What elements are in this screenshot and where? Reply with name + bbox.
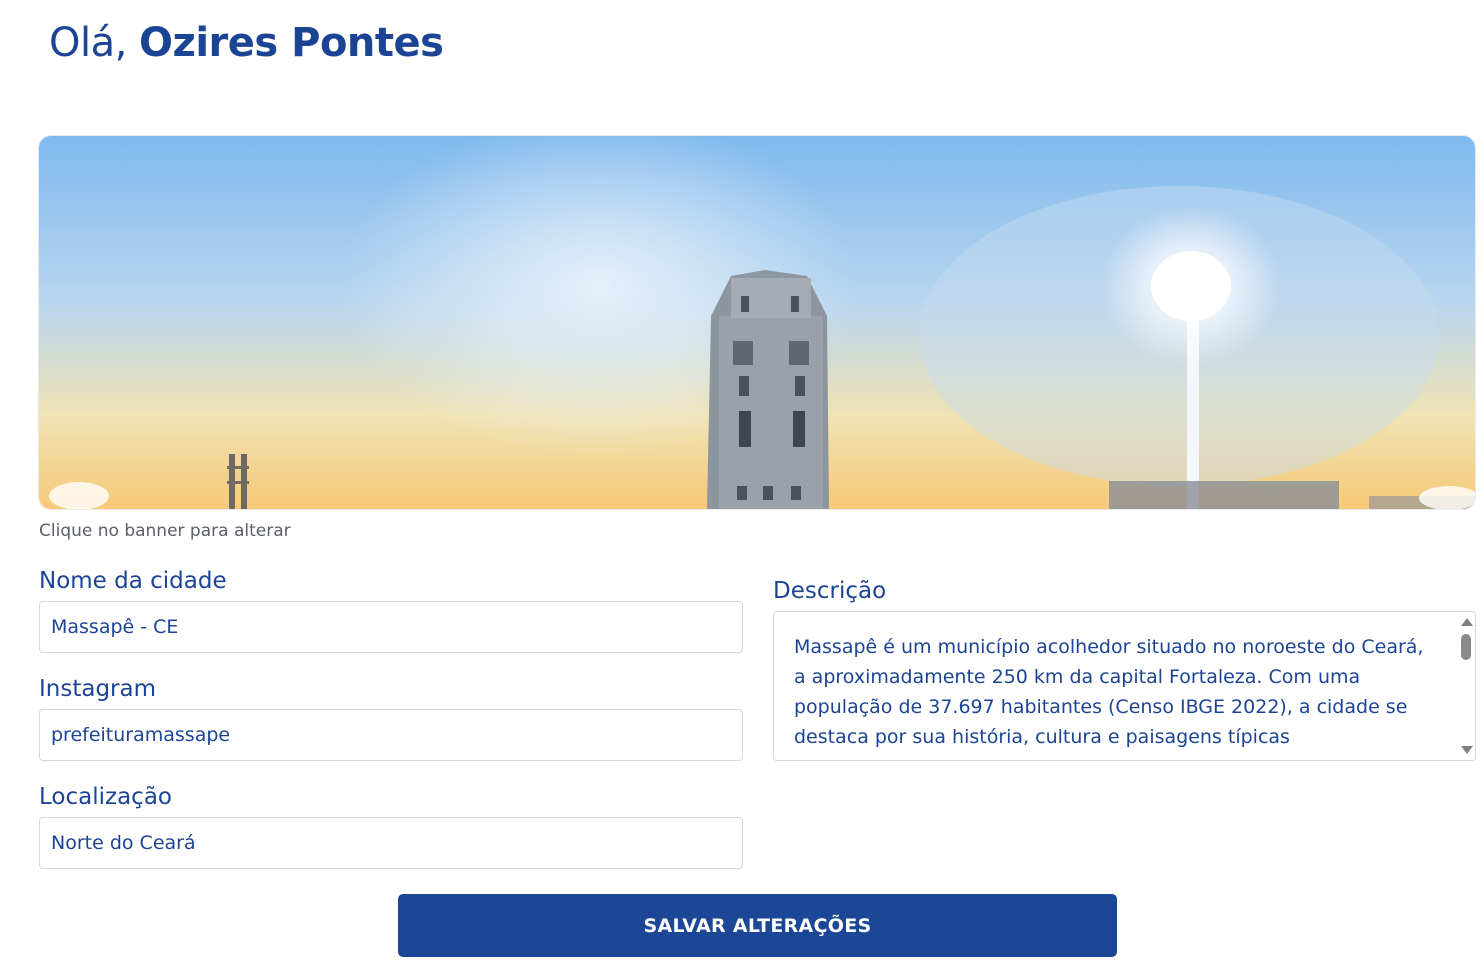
scroll-thumb[interactable]: [1461, 634, 1471, 660]
city-banner[interactable]: [39, 136, 1475, 509]
city-name-input[interactable]: [39, 601, 743, 653]
page-greeting: Olá, Ozires Pontes: [49, 20, 444, 66]
description-text[interactable]: Massapê é um município acolhedor situado…: [794, 632, 1434, 752]
save-changes-button[interactable]: SALVAR ALTERAÇÕES: [398, 894, 1117, 957]
banner-hint: Clique no banner para alterar: [39, 521, 291, 541]
description-scrollbar[interactable]: [1457, 612, 1475, 760]
instagram-label: Instagram: [39, 676, 157, 702]
greeting-text: Olá,: [49, 20, 127, 66]
location-input[interactable]: [39, 817, 743, 869]
user-name: Ozires Pontes: [139, 20, 444, 66]
banner-image: [39, 136, 1475, 509]
location-label: Localização: [39, 784, 172, 810]
city-name-label: Nome da cidade: [39, 568, 227, 594]
description-textarea[interactable]: Massapê é um município acolhedor situado…: [773, 611, 1476, 761]
scroll-up-arrow-icon[interactable]: [1461, 618, 1473, 626]
instagram-input[interactable]: [39, 709, 743, 761]
description-label: Descrição: [773, 578, 887, 604]
scroll-down-arrow-icon[interactable]: [1461, 746, 1473, 754]
